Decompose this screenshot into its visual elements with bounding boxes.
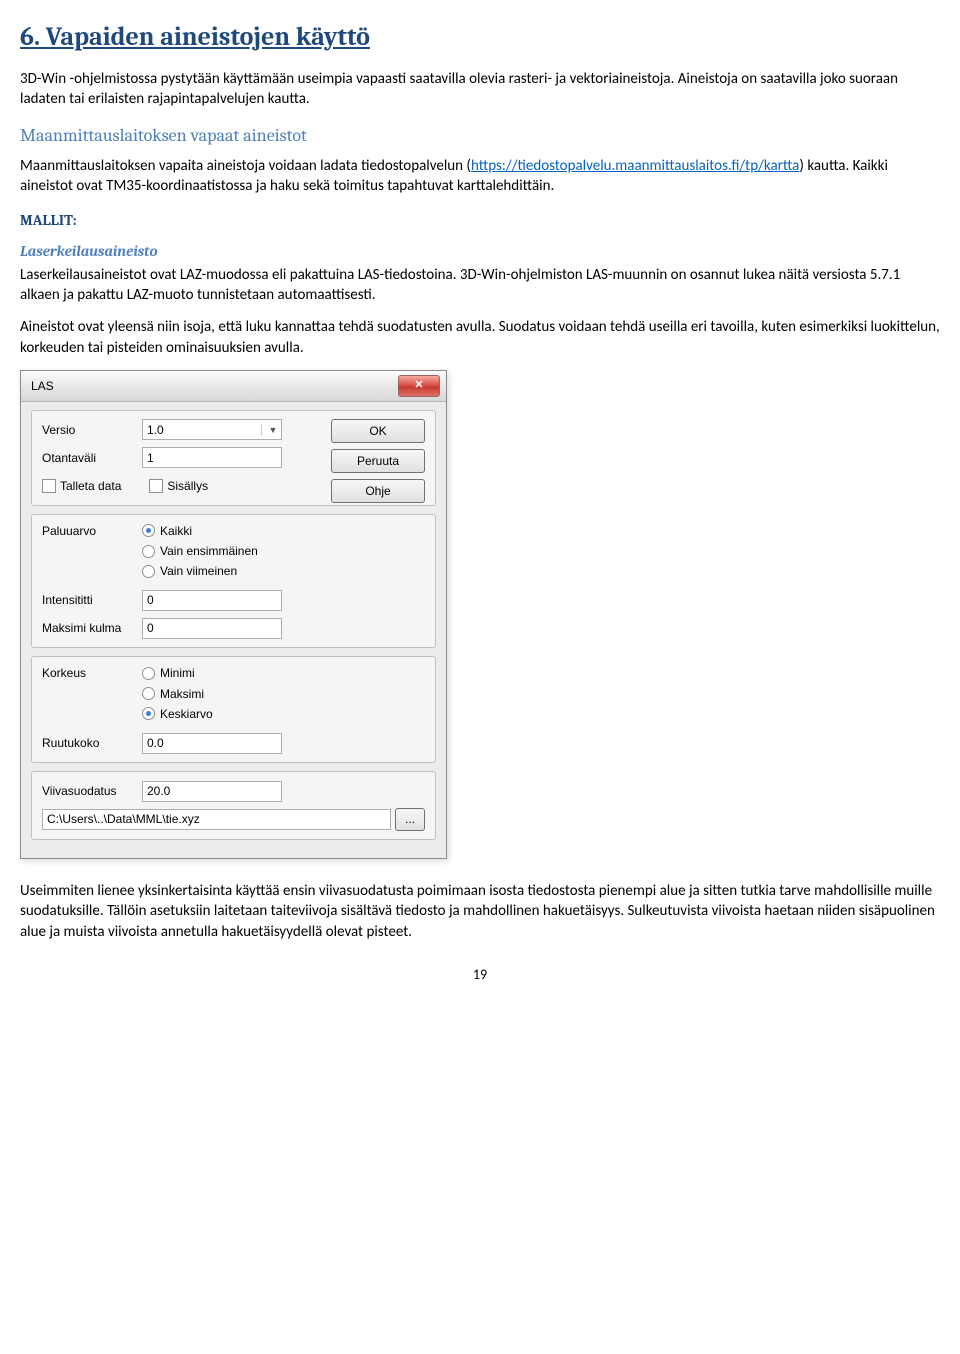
radio-icon bbox=[142, 707, 155, 720]
otantavali-input[interactable]: 1 bbox=[142, 447, 282, 468]
radio-label: Vain viimeinen bbox=[160, 563, 237, 579]
korkeus-radio-minimi[interactable]: Minimi bbox=[142, 665, 213, 681]
footer-paragraph: Useimmiten lienee yksinkertaisinta käytt… bbox=[20, 881, 940, 942]
page-heading: 6. Vapaiden aineistojen käyttö bbox=[20, 20, 940, 55]
cancel-button[interactable]: Peruuta bbox=[331, 449, 425, 473]
paluuarvo-label: Paluuarvo bbox=[42, 523, 142, 539]
dialog-titlebar[interactable]: LAS ✕ bbox=[21, 371, 446, 402]
viivasuodatus-input[interactable]: 20.0 bbox=[142, 781, 282, 802]
sisallys-checkbox[interactable]: Sisällys bbox=[149, 478, 208, 494]
versio-label: Versio bbox=[42, 422, 142, 438]
las-dialog: LAS ✕ OK Peruuta Ohje Versio 1.0 ▼ Otant… bbox=[20, 370, 447, 859]
radio-label: Kaikki bbox=[160, 523, 192, 539]
radio-label: Vain ensimmäinen bbox=[160, 543, 258, 559]
intensititti-label: Intensititti bbox=[42, 592, 142, 608]
panel-1: OK Peruuta Ohje Versio 1.0 ▼ Otantaväli … bbox=[31, 410, 436, 506]
intensititti-input[interactable]: 0 bbox=[142, 590, 282, 611]
paluuarvo-radio-ensimmainen[interactable]: Vain ensimmäinen bbox=[142, 543, 258, 559]
ok-button[interactable]: OK bbox=[331, 419, 425, 443]
ruutukoko-input[interactable]: 0.0 bbox=[142, 733, 282, 754]
checkbox-icon bbox=[42, 479, 56, 493]
versio-combo[interactable]: 1.0 ▼ bbox=[142, 419, 282, 440]
page-number: 19 bbox=[20, 966, 940, 985]
panel-2: Paluuarvo Kaikki Vain ensimmäinen Vain v… bbox=[31, 514, 436, 649]
panel-4: Viivasuodatus 20.0 C:\Users\..\Data\MML\… bbox=[31, 771, 436, 840]
radio-icon bbox=[142, 667, 155, 680]
ruutukoko-label: Ruutukoko bbox=[42, 735, 142, 751]
laser-paragraph-2: Aineistot ovat yleensä niin isoja, että … bbox=[20, 317, 940, 358]
radio-label: Keskiarvo bbox=[160, 706, 213, 722]
radio-icon bbox=[142, 565, 155, 578]
checkbox-icon bbox=[149, 479, 163, 493]
intro-paragraph: 3D-Win -ohjelmistossa pystytään käyttämä… bbox=[20, 69, 940, 110]
korkeus-radio-keskiarvo[interactable]: Keskiarvo bbox=[142, 706, 213, 722]
close-icon: ✕ bbox=[414, 378, 423, 393]
browse-button[interactable]: ... bbox=[395, 808, 425, 831]
panel-3: Korkeus Minimi Maksimi Keskiarvo bbox=[31, 656, 436, 763]
mml-para-a: Maanmittauslaitoksen vapaita aineistoja … bbox=[20, 157, 471, 175]
help-button[interactable]: Ohje bbox=[331, 479, 425, 503]
close-button[interactable]: ✕ bbox=[398, 375, 440, 397]
otantavali-label: Otantaväli bbox=[42, 450, 142, 466]
paluuarvo-radio-viimeinen[interactable]: Vain viimeinen bbox=[142, 563, 258, 579]
laserkeilaus-heading: Laserkeilausaineisto bbox=[20, 241, 940, 261]
versio-value: 1.0 bbox=[147, 422, 164, 438]
path-input[interactable]: C:\Users\..\Data\MML\tie.xyz bbox=[42, 809, 391, 830]
dialog-title: LAS bbox=[31, 378, 54, 394]
talleta-data-checkbox[interactable]: Talleta data bbox=[42, 478, 121, 494]
sisallys-label: Sisällys bbox=[167, 478, 208, 494]
radio-label: Minimi bbox=[160, 665, 195, 681]
radio-label: Maksimi bbox=[160, 686, 204, 702]
korkeus-label: Korkeus bbox=[42, 665, 142, 681]
radio-icon bbox=[142, 687, 155, 700]
paluuarvo-radio-kaikki[interactable]: Kaikki bbox=[142, 523, 258, 539]
korkeus-radio-maksimi[interactable]: Maksimi bbox=[142, 686, 213, 702]
maksimi-kulma-input[interactable]: 0 bbox=[142, 618, 282, 639]
maksimi-kulma-label: Maksimi kulma bbox=[42, 620, 142, 636]
viivasuodatus-label: Viivasuodatus bbox=[42, 783, 142, 799]
radio-icon bbox=[142, 524, 155, 537]
radio-icon bbox=[142, 545, 155, 558]
section-mml-vapaat: Maanmittauslaitoksen vapaat aineistot bbox=[20, 124, 940, 148]
mallit-heading: MALLIT: bbox=[20, 210, 940, 230]
mml-link[interactable]: https://tiedostopalvelu.maanmittauslaito… bbox=[471, 157, 799, 175]
talleta-data-label: Talleta data bbox=[60, 478, 121, 494]
mml-paragraph: Maanmittauslaitoksen vapaita aineistoja … bbox=[20, 156, 940, 197]
laser-paragraph-1: Laserkeilausaineistot ovat LAZ-muodossa … bbox=[20, 265, 940, 306]
chevron-down-icon: ▼ bbox=[261, 424, 281, 436]
